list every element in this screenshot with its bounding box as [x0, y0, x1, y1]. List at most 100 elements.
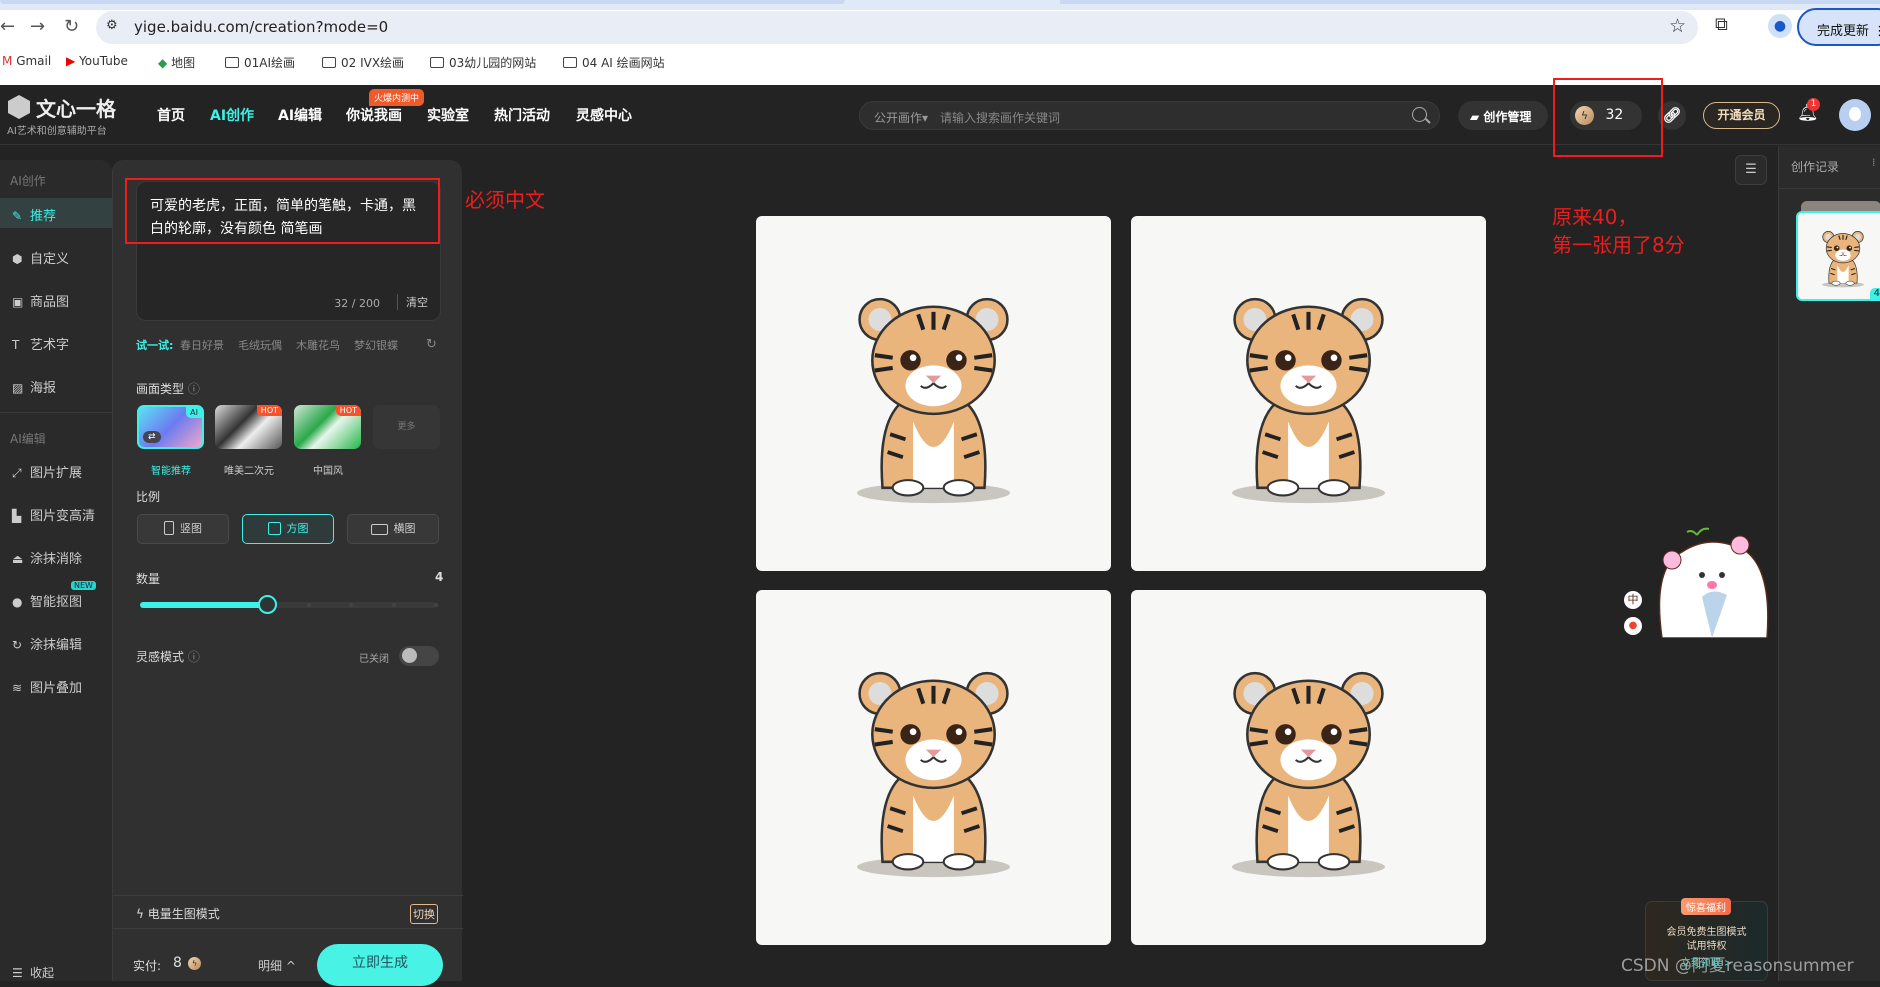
ime-lang-indicator[interactable]: 中	[1624, 591, 1642, 609]
sidebar-item-custom[interactable]: ⬢ 自定义	[0, 241, 112, 271]
vip-button[interactable]: 开通会员	[1703, 102, 1780, 129]
nav-you-say-i-draw[interactable]: 你说我画	[346, 105, 402, 125]
list-view-icon[interactable]: ☰	[1735, 155, 1767, 185]
bolt-icon: ϟ	[188, 957, 201, 970]
generate-button[interactable]: 立即生成	[317, 944, 443, 986]
sidebar-item-recommend[interactable]: ✎ 推荐	[0, 198, 112, 228]
try-chip[interactable]: 梦幻银蝶	[354, 337, 398, 353]
cutout-icon: ●	[12, 595, 23, 609]
bookmark-folder-3[interactable]: 03幼儿园的网站	[430, 54, 536, 71]
update-button[interactable]: 完成更新 ⋮	[1797, 8, 1880, 46]
search-placeholder: 请输入搜索画作关键词	[940, 111, 1061, 125]
address-bar[interactable]: ⚙ yige.baidu.com/creation?mode=0 ☆	[96, 11, 1698, 44]
site-info-icon[interactable]: ⚙	[106, 18, 118, 33]
logo-icon[interactable]	[8, 95, 30, 119]
nav-ai-edit[interactable]: AI编辑	[278, 105, 322, 125]
annotation-credit-note: 原来40， 第一张用了8分	[1552, 205, 1685, 257]
expand-icon: ⤢	[12, 466, 22, 480]
back-icon[interactable]: ←	[0, 16, 15, 37]
result-image-3[interactable]	[756, 590, 1111, 945]
sidebar-divider	[0, 412, 112, 413]
result-image-1[interactable]	[756, 216, 1111, 571]
sidebar-item-cutout[interactable]: ● 智能抠图 NEW	[0, 581, 112, 614]
history-count: 4	[1869, 288, 1880, 299]
try-chip[interactable]: 春日好景	[180, 337, 224, 353]
try-chip[interactable]: 毛绒玩偶	[238, 337, 282, 353]
manage-button[interactable]: ▰ 创作管理	[1458, 101, 1548, 130]
ratio-label: 比例	[136, 490, 161, 504]
result-image-4[interactable]	[1131, 590, 1486, 945]
slider-thumb[interactable]	[257, 595, 277, 614]
square-icon	[267, 522, 281, 535]
style-smart[interactable]: AI ⇄	[137, 405, 204, 449]
nav-inspiration[interactable]: 灵感中心	[576, 105, 632, 125]
sidebar-item-smear-edit[interactable]: ↻ 涂抹编辑	[0, 627, 112, 657]
nav-ai-create[interactable]: AI创作	[210, 105, 254, 125]
bookmark-youtube[interactable]: ▶ YouTube	[66, 54, 128, 68]
sidebar-item-art-text[interactable]: T 艺术字	[0, 327, 112, 357]
maps-icon: ◆	[158, 56, 168, 70]
detail-toggle[interactable]: 明细 ^	[258, 957, 296, 974]
try-chip[interactable]: 木雕花鸟	[296, 337, 340, 353]
bookmark-folder-4[interactable]: 04 AI 绘画网站	[563, 54, 665, 71]
avatar[interactable]	[1839, 99, 1871, 131]
info-icon: ⓘ	[187, 650, 200, 664]
slider-tick	[307, 603, 312, 607]
profile-icon[interactable]: ●	[1768, 14, 1792, 38]
ime-squirrel-icon[interactable]: ●	[1624, 617, 1642, 635]
grid-icon[interactable]: ⁞	[1872, 156, 1876, 169]
quantity-slider[interactable]	[140, 595, 438, 614]
bookmark-folder-1[interactable]: 01AI绘画	[225, 54, 295, 71]
eraser-icon: ⏏	[12, 552, 24, 566]
quantity-label: 数量	[136, 572, 161, 586]
search-icon[interactable]	[1412, 107, 1427, 122]
nav-home[interactable]: 首页	[157, 105, 185, 125]
char-count: 32 / 200	[334, 297, 380, 310]
sidebar-item-poster[interactable]: ▨ 海报	[0, 370, 112, 400]
inspiration-toggle[interactable]	[399, 646, 439, 666]
collapse-button[interactable]: ☰ 收起	[0, 957, 112, 987]
url-text[interactable]: yige.baidu.com/creation?mode=0	[134, 18, 388, 36]
bookmark-gmail[interactable]: M Gmail	[2, 54, 51, 68]
pay-label: 实付:	[133, 959, 162, 973]
quantity-value: 4	[435, 570, 444, 584]
bell-icon[interactable]: 🔔︎ 1	[1797, 98, 1820, 123]
bookmark-folder-2[interactable]: 02 IVX绘画	[322, 54, 404, 71]
style-anime[interactable]: HOT	[215, 405, 282, 449]
style-more[interactable]: 更多	[373, 405, 440, 449]
ratio-landscape[interactable]: 横图	[347, 514, 439, 544]
sidebar-item-erase[interactable]: ⏏ 涂抹消除	[0, 541, 112, 571]
history-thumbnail[interactable]: 4	[1796, 211, 1880, 301]
sidebar-item-overlay[interactable]: ≋ 图片叠加	[0, 670, 112, 700]
slider-tick	[434, 603, 438, 607]
search-input[interactable]: 公开画作▾ 请输入搜索画作关键词	[859, 101, 1440, 130]
power-mode: ϟ 电量生图模式	[136, 907, 220, 921]
result-image-2[interactable]	[1131, 216, 1486, 571]
style-chinese[interactable]: HOT	[294, 405, 361, 449]
nav-events[interactable]: 热门活动	[494, 105, 550, 125]
switch-button[interactable]: 切换	[410, 904, 438, 924]
bookmark-maps[interactable]: ◆ 地图	[158, 54, 195, 71]
sidebar-item-expand[interactable]: ⤢ 图片扩展	[0, 455, 112, 485]
forward-icon[interactable]: →	[30, 16, 45, 37]
landscape-icon	[370, 524, 388, 535]
ratio-portrait[interactable]: 竖图	[137, 514, 229, 544]
extensions-icon[interactable]: ⧉	[1715, 14, 1728, 35]
clear-button[interactable]: 清空	[397, 294, 428, 310]
portrait-icon	[164, 521, 174, 535]
ratio-square[interactable]: 方图	[242, 514, 334, 544]
bolt-icon: ϟ	[136, 907, 144, 921]
logo-title[interactable]: 文心一格	[36, 93, 116, 122]
pay-amount: 8	[173, 955, 182, 971]
style-label: 画面类型 ⓘ	[136, 382, 200, 396]
divider	[113, 895, 463, 896]
search-scope-dropdown[interactable]: 公开画作▾	[874, 109, 928, 126]
sidebar-item-product[interactable]: ▣ 商品图	[0, 284, 112, 314]
sidebar-item-hd[interactable]: ▙ 图片变高清	[0, 498, 112, 528]
refresh-icon[interactable]: ↻	[426, 337, 437, 352]
reload-icon[interactable]: ↻	[64, 16, 79, 37]
mascot-bear-icon[interactable]	[1652, 527, 1772, 639]
section-ai-create: AI创作	[10, 174, 46, 188]
nav-lab[interactable]: 实验室	[427, 105, 469, 125]
bookmark-star-icon[interactable]: ☆	[1669, 15, 1686, 37]
